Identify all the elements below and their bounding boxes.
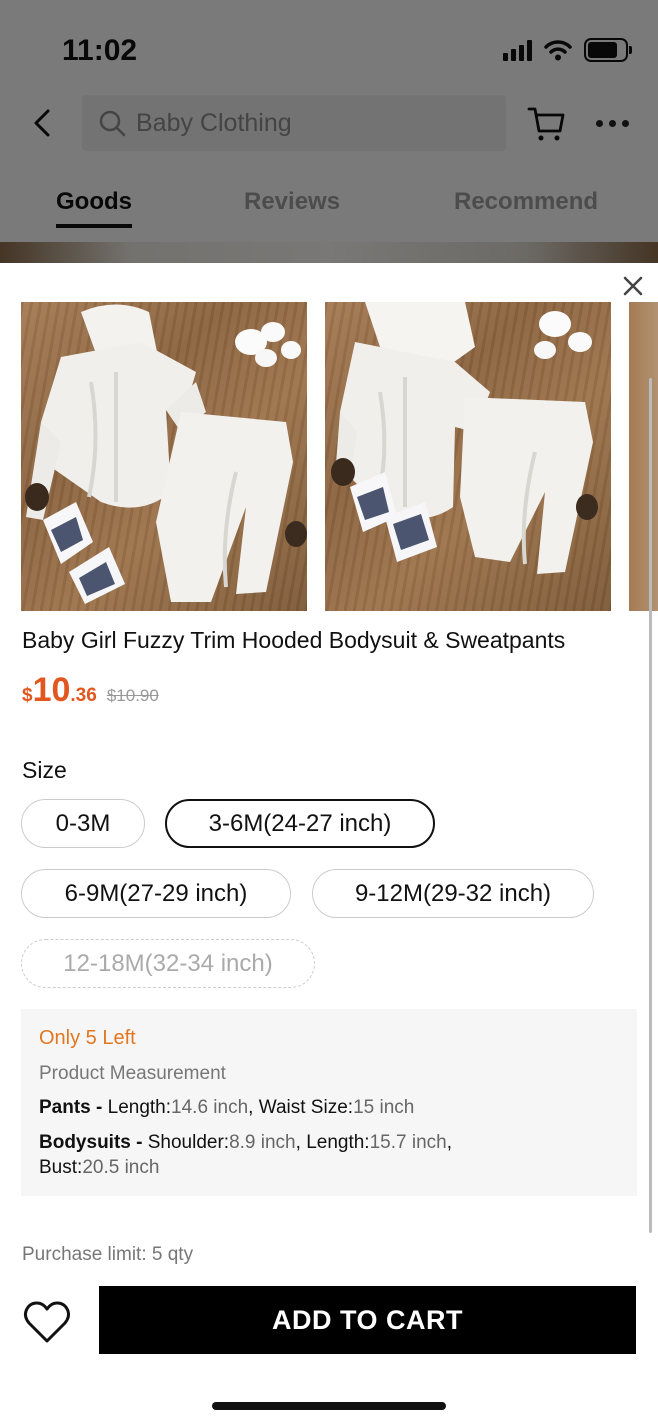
- product-image[interactable]: [325, 302, 611, 611]
- size-option-9-12m[interactable]: 9-12M(29-32 inch): [312, 869, 594, 918]
- purchase-limit: Purchase limit: 5 qty: [22, 1244, 194, 1265]
- stock-notice: Only 5 Left: [39, 1027, 136, 1049]
- pants-measurement: Pants - Length:14.6 inch, Waist Size:15 …: [39, 1095, 619, 1120]
- outfit-illustration: [331, 302, 598, 574]
- pants-length-value: 14.6 inch: [171, 1097, 249, 1118]
- separator: ,: [248, 1097, 254, 1118]
- bodysuits-bust-label: Bust:: [39, 1157, 83, 1178]
- bodysuits-shoulder-label: Shoulder:: [147, 1132, 230, 1153]
- measurement-title: Product Measurement: [39, 1063, 226, 1084]
- heart-icon[interactable]: [22, 1298, 72, 1348]
- modal-overlay[interactable]: [0, 0, 658, 265]
- close-icon[interactable]: [620, 273, 646, 299]
- product-image[interactable]: [629, 302, 658, 611]
- bodysuits-measurement: Bodysuits - Shoulder:8.9 inch, Length:15…: [39, 1130, 619, 1180]
- size-option-6-9m[interactable]: 6-9M(27-29 inch): [21, 869, 291, 918]
- measurement-info: Only 5 Left Product Measurement Pants - …: [21, 1009, 637, 1196]
- price-currency: $: [22, 685, 33, 706]
- pants-length-label: Length:: [107, 1097, 172, 1118]
- product-image-gallery[interactable]: [21, 302, 658, 611]
- size-option-3-6m[interactable]: 3-6M(24-27 inch): [165, 799, 435, 848]
- outfit-illustration: [25, 304, 307, 604]
- price-decimal: .36: [70, 685, 97, 706]
- bodysuits-length-label: Length:: [306, 1132, 370, 1153]
- original-price: $10.90: [106, 686, 159, 705]
- bodysuits-shoulder-value: 8.9 inch: [229, 1132, 296, 1153]
- separator: ,: [446, 1132, 452, 1153]
- price: $ 10 .36 $10.90: [22, 671, 159, 710]
- bodysuits-bust-value: 20.5 inch: [82, 1157, 160, 1178]
- pants-waist-label: Waist Size:: [258, 1097, 354, 1118]
- product-title: Baby Girl Fuzzy Trim Hooded Bodysuit & S…: [22, 627, 566, 653]
- price-integer: 10: [32, 671, 71, 709]
- product-image[interactable]: [21, 302, 307, 611]
- size-label: Size: [22, 757, 67, 783]
- product-options-sheet: Baby Girl Fuzzy Trim Hooded Bodysuit & S…: [0, 263, 658, 1425]
- size-option-12-18m[interactable]: 12-18M(32-34 inch): [21, 939, 315, 988]
- separator: ,: [295, 1132, 301, 1153]
- size-option-0-3m[interactable]: 0-3M: [21, 799, 145, 848]
- pants-label: Pants -: [39, 1097, 103, 1118]
- home-indicator[interactable]: [212, 1402, 446, 1410]
- bodysuits-label: Bodysuits -: [39, 1132, 143, 1153]
- pants-waist-value: 15 inch: [353, 1097, 415, 1118]
- scrollbar[interactable]: [649, 378, 652, 1233]
- bodysuits-length-value: 15.7 inch: [369, 1132, 447, 1153]
- add-to-cart-button[interactable]: ADD TO CART: [99, 1286, 636, 1354]
